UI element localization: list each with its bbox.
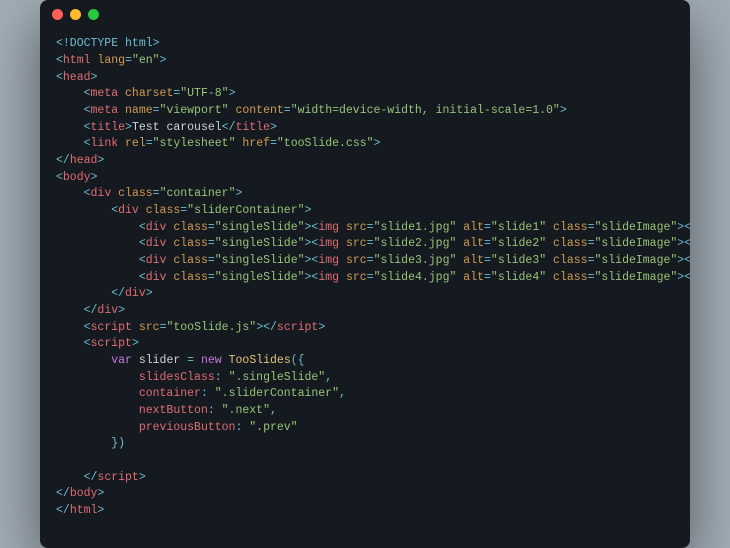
minimize-dot-icon[interactable] (70, 9, 81, 20)
window-titlebar (40, 0, 690, 28)
doctype-line: <!DOCTYPE html> (56, 37, 160, 50)
zoom-dot-icon[interactable] (88, 9, 99, 20)
code-window: <!DOCTYPE html> <html lang="en"> <head> … (40, 0, 690, 547)
code-editor-content: <!DOCTYPE html> <html lang="en"> <head> … (40, 28, 690, 547)
close-dot-icon[interactable] (52, 9, 63, 20)
